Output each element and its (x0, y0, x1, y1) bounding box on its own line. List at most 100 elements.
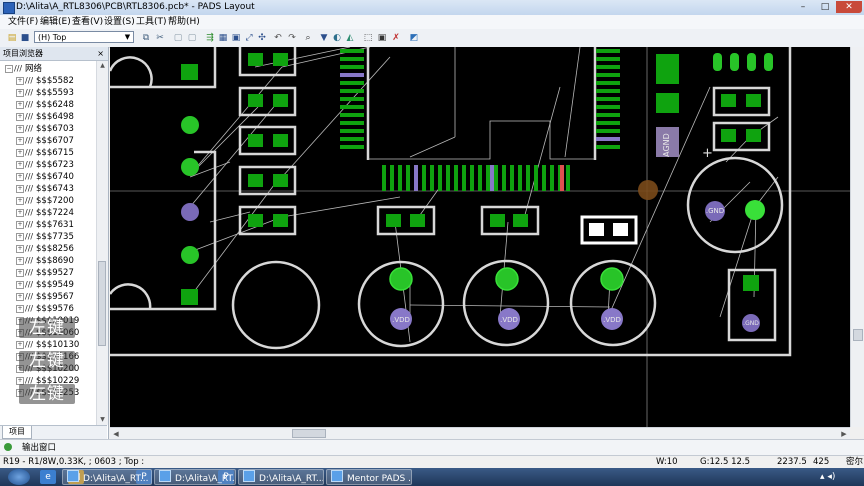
net-icon[interactable]: ▣ (376, 32, 388, 44)
tree-net-item[interactable]: +///$$$7200 (0, 195, 96, 207)
footprint-column-left (238, 47, 297, 236)
ie-icon[interactable]: e (40, 470, 56, 484)
undo-icon[interactable]: ↶ (272, 32, 284, 44)
duplicate-icon[interactable]: ▢ (186, 32, 198, 44)
route-icon[interactable]: ⇶ (204, 32, 216, 44)
save-icon[interactable]: ■ (19, 32, 31, 44)
board-drawing[interactable]: .VDD .VDD .VDD .GND AGND + .GND (110, 47, 850, 427)
expand-icon[interactable]: + (16, 257, 24, 265)
expand-icon[interactable]: + (16, 173, 24, 181)
expand-icon[interactable]: + (16, 125, 24, 133)
tree-net-item[interactable]: +///$$$9576 (0, 303, 96, 315)
tree-net-item[interactable]: +///$$$6715 (0, 147, 96, 159)
color-icon[interactable]: ◐ (331, 32, 343, 44)
expand-icon[interactable]: + (16, 113, 24, 121)
menu-help[interactable]: 帮助(H) (168, 16, 200, 28)
scroll-down-arrow[interactable]: ▼ (97, 415, 108, 425)
tree-scroll-thumb[interactable] (98, 261, 106, 346)
project-browser: 项目浏览器 × − /// 网络 +///$$$5582 +///$$$5593 +… (0, 47, 109, 439)
expand-icon[interactable]: + (16, 341, 24, 349)
expand-icon[interactable]: + (16, 161, 24, 169)
minimize-button[interactable]: – (792, 1, 814, 13)
taskbar-item[interactable]: D:\Alita\A_RT... (238, 469, 324, 485)
menu-tools[interactable]: 工具(T) (136, 16, 167, 28)
canvas-hscroll-thumb[interactable] (292, 429, 326, 438)
tree-net-item[interactable]: +///$$$6248 (0, 99, 96, 111)
expand-icon[interactable]: + (16, 209, 24, 217)
expand-icon[interactable]: + (16, 89, 24, 97)
expand-icon[interactable]: + (16, 281, 24, 289)
tree-net-item[interactable]: +///$$$5593 (0, 87, 96, 99)
tree-root-nets[interactable]: − /// 网络 (0, 63, 96, 75)
taskbar-item[interactable]: D:\Alita\A_RT... (154, 469, 236, 485)
tree-net-item[interactable]: +///$$$6703 (0, 123, 96, 135)
layer-select[interactable]: (H) Top ▼ (34, 31, 134, 43)
expand-icon[interactable]: + (16, 197, 24, 205)
tree-net-item[interactable]: +///$$$7224 (0, 207, 96, 219)
expand-icon[interactable]: + (16, 101, 24, 109)
tab-project[interactable]: 项目 (2, 426, 32, 439)
taskbar-item[interactable]: Mentor PADS ... (326, 469, 412, 485)
unroute-icon[interactable]: ✗ (390, 32, 402, 44)
net-icon: /// (25, 172, 34, 181)
menu-file[interactable]: 文件(F) (8, 16, 38, 28)
tree-net-item[interactable]: +///$$$6740 (0, 171, 96, 183)
tree-scrollbar[interactable]: ▲ ▼ (96, 61, 108, 425)
expand-icon[interactable]: + (16, 293, 24, 301)
tree-net-item[interactable]: +///$$$9527 (0, 267, 96, 279)
scroll-up-arrow[interactable]: ▲ (97, 61, 108, 71)
tree-net-item[interactable]: +///$$$5582 (0, 75, 96, 87)
tree-net-item[interactable]: +///$$$6723 (0, 159, 96, 171)
help-icon[interactable]: ◩ (408, 32, 420, 44)
copy-icon[interactable]: ⧉ (140, 32, 152, 44)
tree-net-item[interactable]: +///$$$8256 (0, 243, 96, 255)
taskbar-item-label: D:\Alita\A_RT... (83, 474, 149, 484)
taskbar-item[interactable]: D:\Alita\A_RT... (62, 469, 152, 485)
menu-setup[interactable]: 设置(S) (104, 16, 135, 28)
collapse-icon[interactable]: − (5, 65, 13, 73)
expand-icon[interactable]: + (16, 221, 24, 229)
expand-icon[interactable]: + (16, 77, 24, 85)
filter-icon[interactable]: ▼ (318, 32, 330, 44)
tree-net-item[interactable]: +///$$$7631 (0, 219, 96, 231)
canvas-vscroll-thumb[interactable] (853, 329, 863, 341)
close-icon[interactable]: × (97, 47, 104, 60)
canvas-vertical-scrollbar[interactable] (850, 47, 864, 427)
expand-icon[interactable]: + (16, 185, 24, 193)
tree-net-item[interactable]: +///$$$8690 (0, 255, 96, 267)
maximize-button[interactable]: □ (814, 1, 836, 13)
tree-net-label: $$$8690 (36, 256, 74, 266)
expand-icon[interactable]: + (16, 149, 24, 157)
redo-icon[interactable]: ↷ (286, 32, 298, 44)
tree-net-item[interactable]: +///$$$9567 (0, 291, 96, 303)
close-button[interactable]: ✕ (836, 1, 862, 13)
output-window-bar[interactable]: 输出窗口 (0, 439, 864, 456)
expand-icon[interactable]: + (16, 137, 24, 145)
system-tray[interactable]: ▴ ◂) (820, 470, 864, 484)
menu-view[interactable]: 查看(V) (72, 16, 103, 28)
paste-icon[interactable]: ▢ (172, 32, 184, 44)
zoom-icon[interactable]: ⌕ (302, 32, 314, 44)
grid-icon[interactable]: ✣ (256, 32, 268, 44)
start-button[interactable] (8, 469, 30, 485)
expand-icon[interactable]: + (16, 269, 24, 277)
expand-icon[interactable]: + (16, 233, 24, 241)
tree-net-item[interactable]: +///$$$7735 (0, 231, 96, 243)
highlight-icon[interactable]: ◭ (344, 32, 356, 44)
pcb-canvas[interactable]: .VDD .VDD .VDD .GND AGND + .GND (110, 47, 850, 427)
measure-icon[interactable]: ▣ (230, 32, 242, 44)
layer-pair-icon[interactable]: ⤢ (243, 32, 255, 44)
select-icon[interactable]: ⬚ (362, 32, 374, 44)
tree-net-item[interactable]: +///$$$10130 (0, 339, 96, 351)
tree-net-item[interactable]: +///$$$9549 (0, 279, 96, 291)
output-window-label[interactable]: 输出窗口 (22, 442, 56, 454)
menu-edit[interactable]: 编辑(E) (40, 16, 71, 28)
tree-net-item[interactable]: +///$$$6743 (0, 183, 96, 195)
expand-icon[interactable]: + (16, 305, 24, 313)
cut-icon[interactable]: ✂ (154, 32, 166, 44)
tree-net-item[interactable]: +///$$$6707 (0, 135, 96, 147)
expand-icon[interactable]: + (16, 245, 24, 253)
drc-icon[interactable]: ▦ (217, 32, 229, 44)
tree-net-item[interactable]: +///$$$6498 (0, 111, 96, 123)
open-icon[interactable]: ▤ (6, 32, 18, 44)
